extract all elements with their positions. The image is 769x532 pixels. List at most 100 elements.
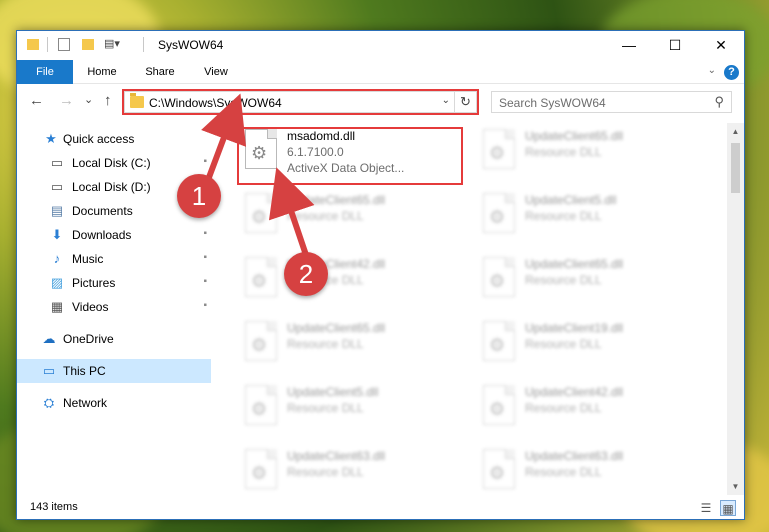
file-name: UpdateClient65.dll bbox=[525, 257, 624, 271]
window-title: SysWOW64 bbox=[158, 38, 224, 52]
explorer-window: ▤▾ SysWOW64 — ☐ ✕ File Home Share View ⌄… bbox=[16, 30, 745, 520]
file-tile[interactable]: ⚙ UpdateClient65.dll Resource DLL bbox=[239, 315, 459, 375]
file-type: Resource DLL bbox=[525, 337, 602, 351]
sidebar-item-label: Music bbox=[72, 252, 104, 266]
tab-share[interactable]: Share bbox=[137, 60, 183, 84]
new-folder-icon[interactable] bbox=[82, 39, 94, 50]
vertical-scrollbar[interactable]: ▲ ▼ bbox=[727, 123, 744, 495]
dll-file-icon: ⚙ bbox=[245, 257, 277, 297]
file-type: Resource DLL bbox=[287, 401, 364, 415]
dll-file-icon: ⚙ bbox=[483, 193, 515, 233]
gear-icon: ⚙ bbox=[251, 271, 268, 291]
properties-icon[interactable] bbox=[58, 38, 70, 51]
file-type: Resource DLL bbox=[287, 209, 364, 223]
sidebar-item-label: Downloads bbox=[72, 228, 132, 242]
minimize-button[interactable]: — bbox=[606, 31, 652, 60]
sidebar-item-pictures[interactable]: ▨ Pictures ▪ bbox=[17, 271, 211, 295]
file-name: UpdateClient42.dll bbox=[525, 385, 624, 399]
forward-button[interactable]: → bbox=[59, 92, 74, 109]
expand-ribbon-icon[interactable]: ⌄ bbox=[708, 65, 716, 76]
dll-file-icon: ⚙ bbox=[245, 321, 277, 361]
file-type: Resource DLL bbox=[525, 209, 602, 223]
file-tile[interactable]: ⚙ UpdateClient5.dll Resource DLL bbox=[477, 187, 697, 247]
sidebar-item-this-pc[interactable]: ▭ This PC bbox=[17, 359, 211, 383]
sidebar-item-onedrive[interactable]: ☁ OneDrive bbox=[17, 327, 211, 351]
back-button[interactable]: ← bbox=[29, 92, 44, 109]
gear-icon: ⚙ bbox=[489, 399, 506, 419]
pin-icon: ▪ bbox=[203, 252, 207, 263]
sidebar-item-quick-access[interactable]: ★ Quick access bbox=[17, 127, 211, 151]
callout-step-2: 2 bbox=[284, 252, 328, 296]
file-name: UpdateClient63.dll bbox=[287, 449, 386, 463]
recent-locations-button[interactable]: ⌄ bbox=[84, 93, 93, 106]
up-button[interactable]: ↑ bbox=[104, 92, 112, 109]
file-type: Resource DLL bbox=[525, 465, 602, 479]
file-tile[interactable]: ⚙ UpdateClient63.dll Resource DLL bbox=[477, 443, 697, 495]
close-button[interactable]: ✕ bbox=[698, 31, 744, 60]
tab-view[interactable]: View bbox=[193, 60, 239, 84]
file-name: UpdateClient65.dll bbox=[287, 193, 386, 207]
file-type: Resource DLL bbox=[287, 465, 364, 479]
search-icon[interactable]: ⚲ bbox=[714, 94, 724, 110]
tiles-view-icon[interactable]: ▦ bbox=[720, 500, 736, 516]
separator bbox=[143, 37, 144, 52]
search-box[interactable]: Search SysWOW64 ⚲ bbox=[491, 91, 732, 113]
file-tile[interactable]: ⚙ UpdateClient42.dll Resource DLL bbox=[239, 251, 459, 311]
gear-icon: ⚙ bbox=[251, 207, 268, 227]
pin-icon: ▪ bbox=[203, 300, 207, 311]
tab-home[interactable]: Home bbox=[79, 60, 125, 84]
file-name: UpdateClient19.dll bbox=[525, 321, 624, 335]
sidebar-item-videos[interactable]: ▦ Videos ▪ bbox=[17, 295, 211, 319]
help-icon[interactable]: ? bbox=[724, 65, 739, 80]
sidebar-item-label: Documents bbox=[72, 204, 133, 218]
file-name: UpdateClient5.dll bbox=[525, 193, 617, 207]
pin-icon: ▪ bbox=[203, 228, 207, 239]
status-bar: 143 items ☰ ▦ bbox=[17, 497, 744, 519]
file-type: Resource DLL bbox=[525, 401, 602, 415]
search-placeholder[interactable]: Search SysWOW64 bbox=[499, 96, 606, 110]
gear-icon: ⚙ bbox=[251, 463, 268, 483]
gear-icon: ⚙ bbox=[251, 335, 268, 355]
pin-icon: ▪ bbox=[203, 156, 207, 167]
sidebar-item-label: Network bbox=[63, 396, 108, 410]
customize-toolbar-icon[interactable]: ▤▾ bbox=[104, 37, 120, 50]
documents-icon: ▤ bbox=[50, 203, 64, 218]
file-tile[interactable]: ⚙ UpdateClient42.dll Resource DLL bbox=[477, 379, 697, 439]
file-tile[interactable]: ⚙ UpdateClient65.dll Resource DLL bbox=[239, 187, 459, 247]
scroll-up-arrow-icon[interactable]: ▲ bbox=[727, 123, 744, 140]
sidebar-item-label: Pictures bbox=[72, 276, 116, 290]
network-icon: ⛭ bbox=[43, 395, 55, 410]
sidebar-item-downloads[interactable]: ⬇ Downloads ▪ bbox=[17, 223, 211, 247]
dll-file-icon: ⚙ bbox=[483, 257, 515, 297]
pin-icon: ▪ bbox=[203, 276, 207, 287]
maximize-button[interactable]: ☐ bbox=[652, 31, 698, 60]
music-icon: ♪ bbox=[53, 251, 61, 266]
file-tile[interactable]: ⚙ UpdateClient63.dll Resource DLL bbox=[239, 443, 459, 495]
dll-file-icon: ⚙ bbox=[483, 321, 515, 361]
file-tile[interactable]: ⚙ UpdateClient65.dll Resource DLL bbox=[477, 251, 697, 311]
details-view-icon[interactable]: ☰ bbox=[698, 500, 714, 516]
pictures-icon: ▨ bbox=[50, 275, 64, 290]
sidebar-item-label: Local Disk (D:) bbox=[72, 180, 151, 194]
file-tile[interactable]: ⚙ UpdateClient65.dll Resource DLL bbox=[477, 123, 697, 183]
sidebar-item-label: Quick access bbox=[63, 132, 135, 146]
file-name: UpdateClient63.dll bbox=[525, 449, 624, 463]
file-type: Resource DLL bbox=[287, 337, 364, 351]
gear-icon: ⚙ bbox=[489, 143, 506, 163]
title-bar: ▤▾ SysWOW64 — ☐ ✕ bbox=[17, 31, 744, 60]
gear-icon: ⚙ bbox=[489, 463, 506, 483]
gear-icon: ⚙ bbox=[489, 207, 506, 227]
gear-icon: ⚙ bbox=[489, 335, 506, 355]
file-tile[interactable]: ⚙ UpdateClient5.dll Resource DLL bbox=[239, 379, 459, 439]
this-pc-icon: ▭ bbox=[42, 363, 56, 378]
file-tile[interactable]: ⚙ UpdateClient19.dll Resource DLL bbox=[477, 315, 697, 375]
navigation-pane: ★ Quick access ▭ Local Disk (C:) ▪ ▭ Loc… bbox=[17, 123, 211, 495]
sidebar-item-local-disk-c[interactable]: ▭ Local Disk (C:) ▪ bbox=[17, 151, 211, 175]
tab-file[interactable]: File bbox=[17, 60, 73, 84]
sidebar-item-network[interactable]: ⛭ Network bbox=[17, 391, 211, 415]
file-name: UpdateClient5.dll bbox=[287, 385, 379, 399]
address-highlight-box bbox=[122, 89, 479, 115]
sidebar-item-music[interactable]: ♪ Music ▪ bbox=[17, 247, 211, 271]
scroll-thumb[interactable] bbox=[731, 143, 740, 193]
scroll-down-arrow-icon[interactable]: ▼ bbox=[727, 478, 744, 495]
